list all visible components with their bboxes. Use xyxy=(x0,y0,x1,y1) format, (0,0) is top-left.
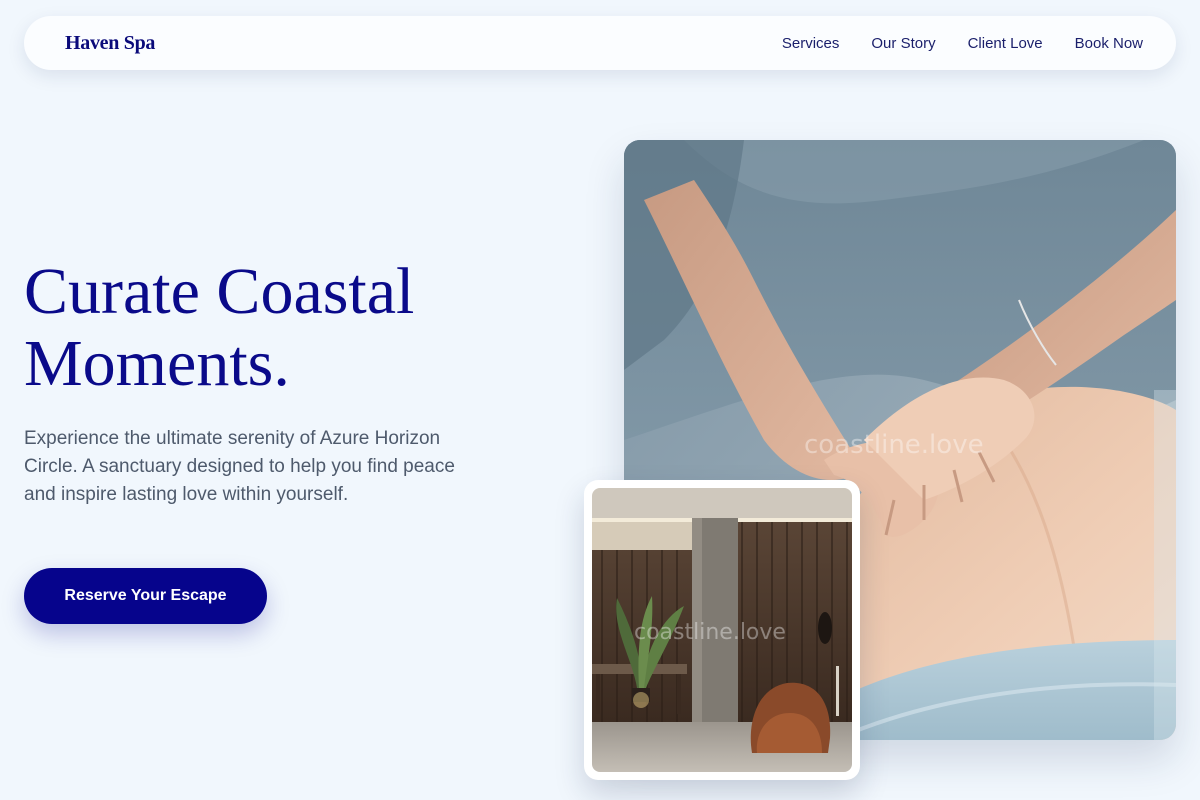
brand-logo[interactable]: Haven Spa xyxy=(65,32,155,55)
top-navbar: Haven Spa Services Our Story Client Love… xyxy=(24,16,1176,70)
hero-title: Curate Coastal Moments. xyxy=(24,256,544,400)
spa-interior-photo: coastline.love xyxy=(592,488,852,772)
spa-interior-illustration xyxy=(592,488,852,772)
hero-title-line-1: Curate Coastal xyxy=(24,255,415,328)
nav-links: Services Our Story Client Love Book Now xyxy=(782,35,1143,52)
nav-link-book-now[interactable]: Book Now xyxy=(1075,35,1143,52)
nav-link-client-love[interactable]: Client Love xyxy=(968,35,1043,52)
nav-link-services[interactable]: Services xyxy=(782,35,840,52)
hero-title-line-2: Moments. xyxy=(24,327,290,400)
hero-description: Experience the ultimate serenity of Azur… xyxy=(24,428,455,505)
reserve-escape-button[interactable]: Reserve Your Escape xyxy=(24,568,267,624)
nav-link-our-story[interactable]: Our Story xyxy=(871,35,935,52)
spa-interior-photo-card: coastline.love xyxy=(584,480,860,780)
